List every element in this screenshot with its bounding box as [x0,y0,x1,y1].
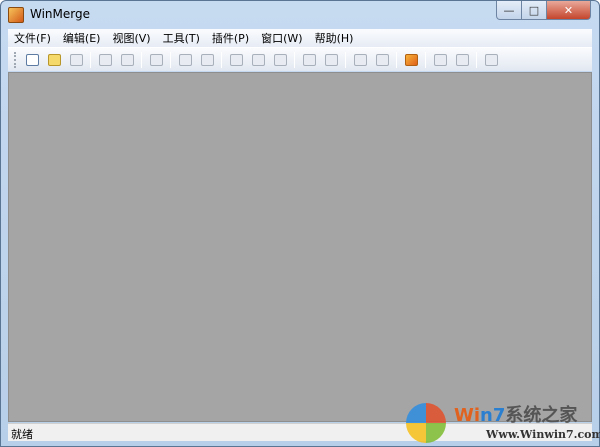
watermark: Win7系统之家 Www.Winwin7.com [406,399,600,445]
watermark-brand: Win7系统之家 [454,401,577,427]
compare-icon [484,53,498,66]
new-icon [25,53,39,66]
menu-tools[interactable]: 工具(T) [157,30,206,46]
copy-right-advance-button[interactable] [351,52,369,68]
toolbar-separator [221,51,222,68]
winmerge-window: WinMerge — □ ✕ 文件(F) 编辑(E) 视图(V) 工具(T) 插… [0,0,600,447]
copy-right-icon [302,53,316,66]
toolbar-grip[interactable] [14,51,17,68]
open-icon [47,53,61,66]
toolbar-separator [345,51,346,68]
prev-diff-button[interactable] [198,52,216,68]
current-diff-button[interactable] [249,52,267,68]
toolbar-separator [90,51,91,68]
refresh-all-button[interactable] [453,52,471,68]
toolbar-separator [476,51,477,68]
status-text: 就绪 [11,428,33,441]
redo-button[interactable] [118,52,136,68]
toolbar-separator [396,51,397,68]
menu-bar: 文件(F) 编辑(E) 视图(V) 工具(T) 插件(P) 窗口(W) 帮助(H… [8,29,592,47]
first-diff-button[interactable] [227,52,245,68]
menu-file[interactable]: 文件(F) [8,30,57,46]
window-title: WinMerge [30,7,90,21]
maximize-button[interactable]: □ [522,1,547,20]
open-button[interactable] [45,52,63,68]
undo-button[interactable] [96,52,114,68]
toolbar-separator [170,51,171,68]
diff-pane-button[interactable] [147,52,165,68]
copy-left-icon [324,53,338,66]
last-diff-button[interactable] [271,52,289,68]
toolbar-separator [294,51,295,68]
next-diff-icon [178,53,192,66]
watermark-brand-c: 系统之家 [505,405,578,426]
prev-diff-icon [200,53,214,66]
watermark-brand-b: n7 [480,405,506,426]
new-button[interactable] [23,52,41,68]
copy-left-button[interactable] [322,52,340,68]
first-diff-icon [229,53,243,66]
close-button[interactable]: ✕ [547,1,591,20]
redo-icon [120,53,134,66]
toolbar-separator [141,51,142,68]
menu-view[interactable]: 视图(V) [106,30,156,46]
menu-help[interactable]: 帮助(H) [309,30,360,46]
menu-plugins[interactable]: 插件(P) [206,30,255,46]
compare-button[interactable] [482,52,500,68]
next-diff-button[interactable] [176,52,194,68]
undo-icon [98,53,112,66]
copy-left-advance-icon [375,53,389,66]
watermark-brand-a: Wi [454,405,481,426]
refresh-icon [433,53,447,66]
workspace-area[interactable] [8,72,592,422]
save-icon [69,53,83,66]
copy-right-button[interactable] [300,52,318,68]
toolbar [8,47,592,71]
current-diff-icon [251,53,265,66]
options-button[interactable] [402,52,420,68]
minimize-button[interactable]: — [496,1,522,20]
copy-right-advance-icon [353,53,367,66]
app-icon[interactable] [8,7,24,23]
options-icon [404,53,418,66]
toolbar-separator [425,51,426,68]
copy-left-advance-button[interactable] [373,52,391,68]
watermark-url: Www.Winwin7.com [486,428,600,441]
menu-window[interactable]: 窗口(W) [255,30,308,46]
diff-pane-icon [149,53,163,66]
windows-logo-icon [406,403,446,443]
refresh-button[interactable] [431,52,449,68]
refresh-all-icon [455,53,469,66]
last-diff-icon [273,53,287,66]
save-button[interactable] [67,52,85,68]
menu-edit[interactable]: 编辑(E) [57,30,107,46]
title-bar[interactable]: WinMerge — □ ✕ [1,1,599,29]
